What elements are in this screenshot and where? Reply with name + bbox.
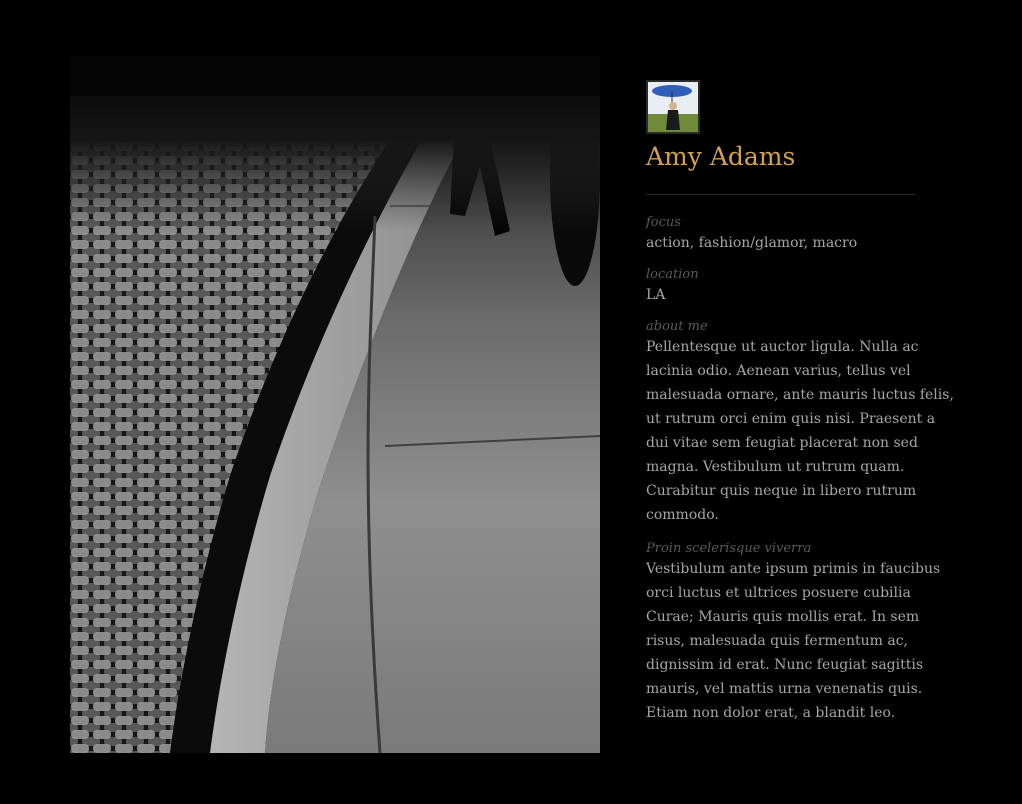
profile-sidebar: Amy Adams focus action, fashion/glamor, … (646, 80, 956, 739)
field-focus: focus action, fashion/glamor, macro (646, 215, 956, 255)
field-label: about me (646, 319, 708, 334)
avatar[interactable] (646, 80, 700, 134)
divider (646, 194, 916, 195)
field-label: location (646, 267, 699, 282)
field-value: Pellentesque ut auctor ligula. Nulla ac … (646, 339, 954, 523)
field-label: Proin scelerisque viverra (646, 541, 812, 556)
field-about-me: about me Pellentesque ut auctor ligula. … (646, 319, 956, 527)
field-label: focus (646, 215, 681, 230)
main-photo (70, 56, 600, 753)
cobblestone-street-photo (70, 56, 600, 753)
avatar-image (648, 82, 698, 132)
field-proin: Proin scelerisque viverra Vestibulum ant… (646, 541, 956, 725)
field-value: Vestibulum ante ipsum primis in faucibus… (646, 561, 941, 721)
field-value: LA (646, 287, 666, 303)
field-value: action, fashion/glamor, macro (646, 235, 858, 251)
field-location: location LA (646, 267, 956, 307)
profile-name: Amy Adams (646, 142, 796, 171)
